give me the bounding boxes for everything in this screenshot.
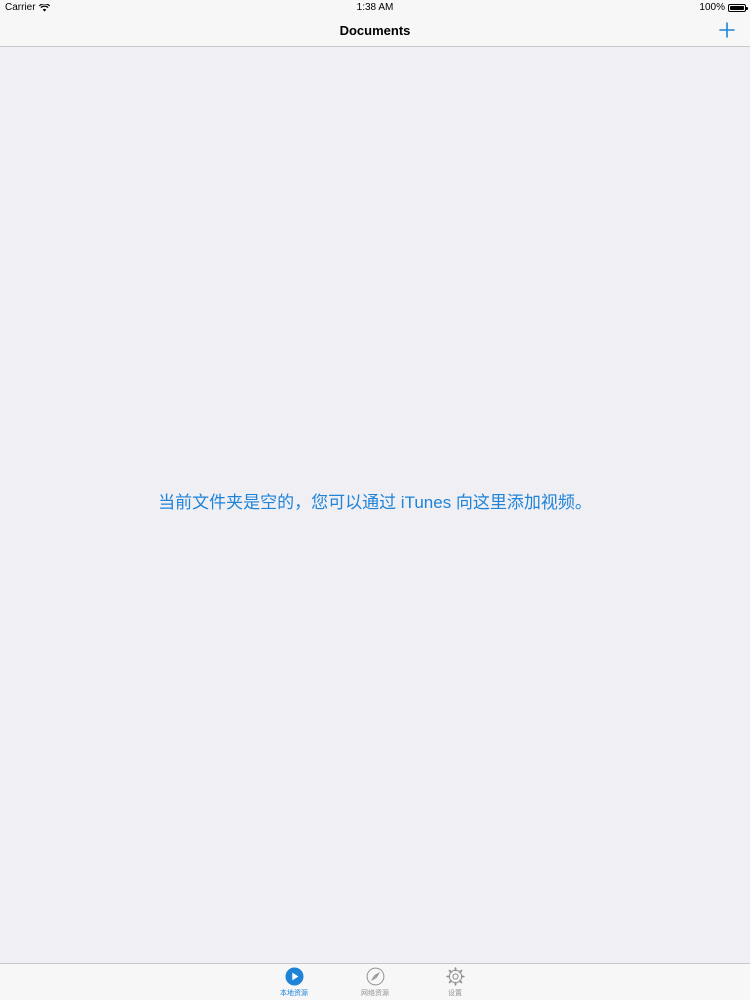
battery-fill: [730, 5, 744, 10]
tab-label: 网络资源: [361, 990, 389, 997]
play-circle-icon: [285, 967, 303, 986]
tab-label: 本地资源: [280, 990, 308, 997]
gear-icon: [445, 967, 465, 986]
compass-icon: [366, 967, 384, 986]
plus-icon[interactable]: [718, 21, 736, 39]
tab-bar: 本地资源 网络资源 设置: [0, 963, 750, 1000]
battery-percent: 100%: [699, 2, 725, 13]
status-time: 1:38 AM: [356, 2, 394, 13]
empty-state-message: 当前文件夹是空的，您可以通过 iTunes 向这里添加视频。: [158, 493, 592, 512]
page-title: Documents: [339, 23, 411, 38]
status-bar: Carrier 1:38 AM 100%: [0, 0, 750, 16]
tab-network-resources[interactable]: 网络资源: [345, 967, 405, 999]
tab-label: 设置: [448, 990, 462, 997]
battery-icon: [728, 3, 748, 12]
tab-local-resources[interactable]: 本地资源: [264, 967, 324, 999]
battery-group: 100%: [699, 2, 748, 13]
tab-settings[interactable]: 设置: [425, 967, 485, 999]
navigation-bar: Documents: [0, 16, 750, 47]
